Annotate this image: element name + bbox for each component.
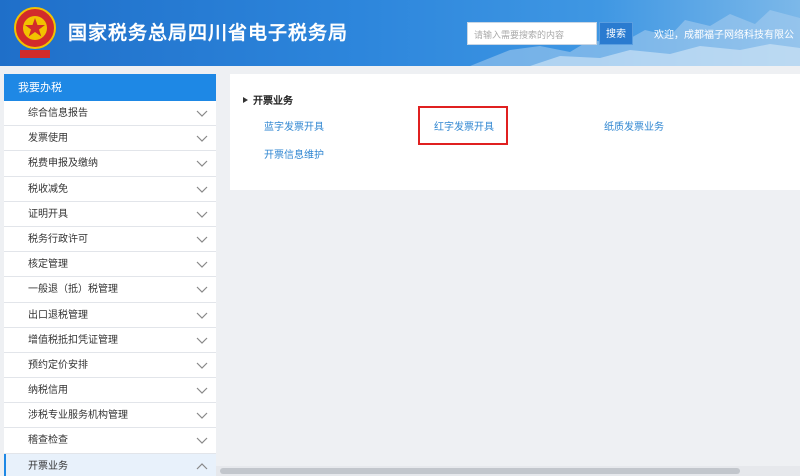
sidebar-item-comprehensive-report[interactable]: 综合信息报告 [4,101,216,127]
search-button[interactable]: 搜索 [599,22,633,45]
sidebar-item-label: 涉税专业服务机构管理 [28,410,128,422]
paper-invoice-link[interactable]: 纸质发票业务 [604,118,664,133]
chevron-down-icon [196,160,208,168]
sidebar-item-assessment[interactable]: 核定管理 [4,252,216,278]
invoice-info-link[interactable]: 开票信息维护 [264,146,324,161]
section-title: 开票业务 [243,92,293,107]
sidebar-item-tax-refund[interactable]: 一般退（抵）税管理 [4,277,216,303]
sidebar-item-certificate[interactable]: 证明开具 [4,202,216,227]
chevron-down-icon [196,362,208,369]
sidebar-item-label: 一般退（抵）税管理 [28,284,118,296]
chevron-down-icon [196,337,208,344]
sidebar-item-invoicing[interactable]: 开票业务 [4,453,216,476]
sidebar-item-tax-declaration[interactable]: 税费申报及缴纳 [4,151,216,177]
chevron-down-icon [196,211,208,218]
sidebar-item-label: 证明开具 [28,208,68,220]
sidebar-item-export-refund[interactable]: 出口退税管理 [4,303,216,328]
chevron-down-icon [196,438,208,445]
bullet-triangle-icon [243,97,248,103]
chevron-down-icon [196,412,208,420]
sidebar-item-vat-deduction[interactable]: 增值税抵扣凭证管理 [4,328,216,353]
blue-invoice-link[interactable]: 蓝字发票开具 [264,118,324,133]
sidebar: 我要办税 综合信息报告 发票使用 税费申报及缴纳 税收减免 证明开具 税务行政许… [4,74,216,476]
chevron-down-icon [196,110,208,117]
sidebar-item-credit[interactable]: 纳税信用 [4,378,216,404]
top-header: 国家税务总局四川省电子税务局 请输入需要搜索的内容 搜索 欢迎，成都福子网络科技… [0,0,800,66]
sidebar-item-invoice-use[interactable]: 发票使用 [4,126,216,152]
welcome-text: 欢迎，成都福子网络科技有限公 [654,30,794,41]
sidebar-item-pricing[interactable]: 预约定价安排 [4,353,216,379]
sidebar-item-agency[interactable]: 涉税专业服务机构管理 [4,403,216,429]
sidebar-item-label: 税收减免 [28,183,68,195]
chevron-down-icon [196,186,208,193]
sidebar-item-label: 预约定价安排 [28,359,88,371]
chevron-down-icon [196,387,208,394]
sidebar-item-label: 税费申报及缴纳 [28,158,98,170]
tax-emblem-logo [14,7,56,58]
chevron-down-icon [196,286,208,294]
sidebar-item-label: 综合信息报告 [28,108,88,119]
chevron-up-icon [196,462,208,470]
sidebar-item-label: 核定管理 [28,259,68,271]
highlight-annotation [418,106,508,145]
sidebar-item-label: 出口退税管理 [28,309,88,321]
sidebar-item-tax-relief[interactable]: 税收减免 [4,177,216,202]
sidebar-item-label: 发票使用 [28,133,68,145]
scrollbar-thumb[interactable] [220,468,740,474]
horizontal-scrollbar[interactable] [216,466,800,476]
sidebar-item-label: 开票业务 [28,460,68,472]
sidebar-heading[interactable]: 我要办税 [4,74,216,101]
search-input[interactable]: 请输入需要搜索的内容 [467,22,597,45]
chevron-down-icon [196,261,208,268]
sidebar-item-label: 增值税抵扣凭证管理 [28,334,118,346]
sidebar-item-inspection[interactable]: 稽查检查 [4,428,216,454]
sidebar-item-label: 纳税信用 [28,385,68,397]
sidebar-item-admin-license[interactable]: 税务行政许可 [4,227,216,253]
section-title-label: 开票业务 [253,96,293,107]
chevron-down-icon [196,236,208,243]
chevron-down-icon [196,312,208,319]
sidebar-item-label: 税务行政许可 [28,233,88,245]
chevron-down-icon [196,135,208,143]
sidebar-item-label: 稽查检查 [28,435,68,447]
site-title: 国家税务总局四川省电子税务局 [68,22,349,44]
